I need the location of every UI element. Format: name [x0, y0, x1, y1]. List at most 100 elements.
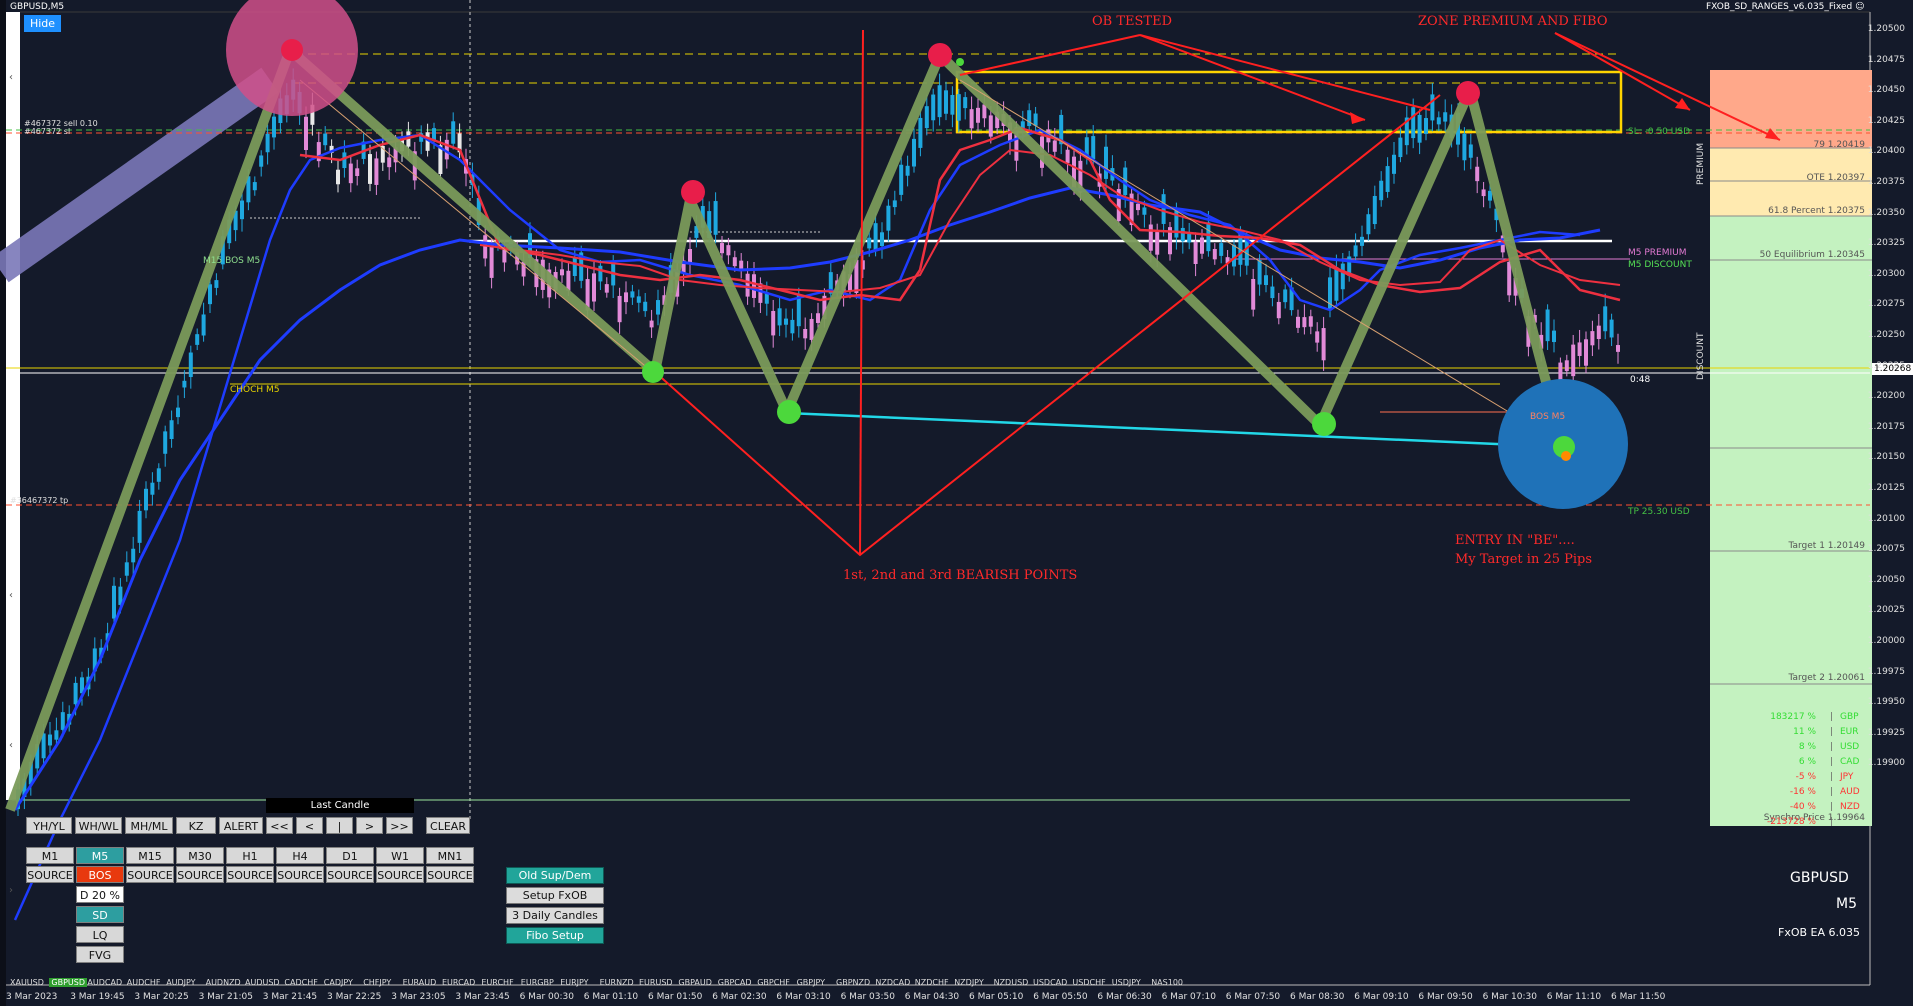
symbol-tab[interactable]: NZDCAD: [875, 978, 910, 987]
time-tick-label: 6 Mar 02:30: [712, 992, 767, 1002]
nav-button[interactable]: |: [326, 817, 353, 834]
symbol-tab[interactable]: NZDCHF: [915, 978, 949, 987]
timeframe-button[interactable]: D1: [326, 847, 374, 864]
timeframe-button[interactable]: M15: [126, 847, 174, 864]
source-button[interactable]: SOURCE: [426, 866, 474, 883]
nav-button[interactable]: >>: [386, 817, 413, 834]
bos-label: M15 BOS M5: [203, 256, 261, 266]
price-tick-label: 1.20175: [1867, 421, 1905, 432]
timeframe-button[interactable]: W1: [376, 847, 424, 864]
setup-button[interactable]: 3 Daily Candles: [506, 907, 604, 924]
time-tick-label: 6 Mar 09:50: [1418, 992, 1473, 1002]
mode-button[interactable]: FVG: [76, 946, 124, 963]
hide-button[interactable]: Hide: [24, 15, 61, 32]
symbol-tab[interactable]: GBPNZD: [836, 978, 870, 987]
symbol-tab[interactable]: GBPUSD: [49, 978, 87, 987]
price-tick-label: 1.20250: [1867, 330, 1905, 340]
symbol-tab[interactable]: EURUSD: [639, 978, 673, 987]
symbol-tab[interactable]: GBPJPY: [797, 978, 825, 987]
timeframe-button[interactable]: MN1: [426, 847, 474, 864]
source-button[interactable]: SOURCE: [26, 866, 74, 883]
symbol-tab[interactable]: AUDCAD: [87, 978, 122, 987]
symbol-tab[interactable]: XAUUSD: [10, 978, 44, 987]
symbol-tab[interactable]: EURGBP: [521, 978, 554, 987]
time-tick-label: 6 Mar 05:50: [1033, 992, 1088, 1002]
symbol-tab[interactable]: EURJPY: [560, 978, 588, 987]
symbol-tab[interactable]: EURNZD: [600, 978, 634, 987]
symbol-tab[interactable]: AUDUSD: [245, 978, 280, 987]
setup-button[interactable]: Old Sup/Dem: [506, 867, 604, 884]
symbol-tab[interactable]: AUDNZD: [206, 978, 241, 987]
time-tick-label: 3 Mar 23:45: [455, 992, 510, 1002]
setup-button[interactable]: Fibo Setup: [506, 927, 604, 944]
symbol-tab[interactable]: USDJPY: [1112, 978, 1141, 987]
time-tick-label: 6 Mar 00:30: [519, 992, 574, 1002]
setup-button[interactable]: Setup FxOB: [506, 887, 604, 904]
current-price-label: 1.20268: [1874, 364, 1912, 374]
symbol-tab[interactable]: EURAUD: [403, 978, 437, 987]
nav-button[interactable]: KZ: [176, 817, 216, 834]
time-tick-label: 6 Mar 03:50: [840, 992, 895, 1002]
nav-button[interactable]: CLEAR: [426, 817, 470, 834]
nav-button[interactable]: WH/WL: [75, 817, 122, 834]
source-button[interactable]: SOURCE: [326, 866, 374, 883]
timeframe-button[interactable]: H4: [276, 847, 324, 864]
time-tick-label: 6 Mar 04:30: [904, 992, 960, 1002]
candlesticks: [16, 68, 1620, 817]
symbol-tab[interactable]: NZDUSD: [994, 978, 1029, 987]
nav-button[interactable]: ALERT: [219, 817, 263, 834]
symbol-tab[interactable]: CADJPY: [324, 978, 353, 987]
symbol-tab[interactable]: EURCAD: [442, 978, 475, 987]
symbol-tab[interactable]: CHFJPY: [363, 978, 391, 987]
symbol-tab[interactable]: GBPCHF: [757, 978, 790, 987]
time-tick-label: 3 Mar 20:25: [134, 992, 189, 1002]
time-tick-label: 6 Mar 11:50: [1611, 992, 1666, 1002]
nav-button[interactable]: YH/YL: [26, 817, 72, 834]
source-button[interactable]: SOURCE: [126, 866, 174, 883]
price-tick-label: 1.19950: [1867, 697, 1905, 708]
timeframe-button[interactable]: M30: [176, 847, 224, 864]
symbol-tab[interactable]: USDCHF: [1072, 978, 1105, 987]
symbol-tab[interactable]: NZDJPY: [954, 978, 984, 987]
collapse-left-icon-2[interactable]: ‹: [9, 590, 13, 601]
mode-button[interactable]: D 20 %: [76, 886, 124, 903]
symbol-tab[interactable]: AUDCHF: [127, 978, 161, 987]
expand-right-icon[interactable]: ›: [9, 885, 13, 896]
timeframe-button[interactable]: H1: [226, 847, 274, 864]
symbol-tab[interactable]: CADCHF: [284, 978, 317, 987]
symbol-tab[interactable]: GBPCAD: [718, 978, 752, 987]
source-button[interactable]: SOURCE: [376, 866, 424, 883]
nav-button[interactable]: <: [296, 817, 323, 834]
collapse-left-icon[interactable]: ‹: [9, 72, 13, 83]
symbol-tab[interactable]: GBPAUD: [678, 978, 712, 987]
tp-usd-label: TP 25.30 USD: [1628, 507, 1690, 517]
timeframe-button[interactable]: M5: [76, 847, 124, 864]
collapse-left-icon-3[interactable]: ‹: [9, 740, 13, 751]
separator: |: [1830, 802, 1834, 812]
source-button[interactable]: BOS: [76, 866, 124, 883]
entry-annotation: ENTRY IN "BE"....: [1455, 533, 1575, 548]
tp-order-label: #36467372 tp: [10, 496, 69, 505]
bos-m5-label: BOS M5: [1530, 412, 1566, 422]
symbol-tab[interactable]: NAS100: [1151, 978, 1183, 987]
source-button[interactable]: SOURCE: [226, 866, 274, 883]
mode-button[interactable]: SD: [76, 906, 124, 923]
timeframe-button[interactable]: M1: [26, 847, 74, 864]
fibo-premium-zone: [1710, 70, 1872, 148]
time-tick-label: 3 Mar 21:45: [262, 992, 318, 1002]
source-button[interactable]: SOURCE: [176, 866, 224, 883]
mode-button[interactable]: LQ: [76, 926, 124, 943]
symbol-tab[interactable]: EURCHF: [481, 978, 513, 987]
source-button[interactable]: SOURCE: [276, 866, 324, 883]
symbol-tab[interactable]: AUDJPY: [166, 978, 195, 987]
separator: |: [1830, 712, 1834, 722]
nav-button[interactable]: <<: [266, 817, 293, 834]
nav-button[interactable]: MH/ML: [125, 817, 173, 834]
nav-button[interactable]: >: [356, 817, 383, 834]
currency-name: JPY: [1840, 772, 1854, 782]
separator: |: [1830, 817, 1834, 827]
symbol-pair: GBPUSD: [1790, 870, 1849, 886]
symbol-tab[interactable]: USDCAD: [1033, 978, 1067, 987]
trading-chart-window: PREMIUM DISCOUNT GBPUSD,M5 FXOB_SD_RANGE…: [0, 0, 1913, 1006]
price-tick-label: 1.20350: [1867, 207, 1905, 218]
